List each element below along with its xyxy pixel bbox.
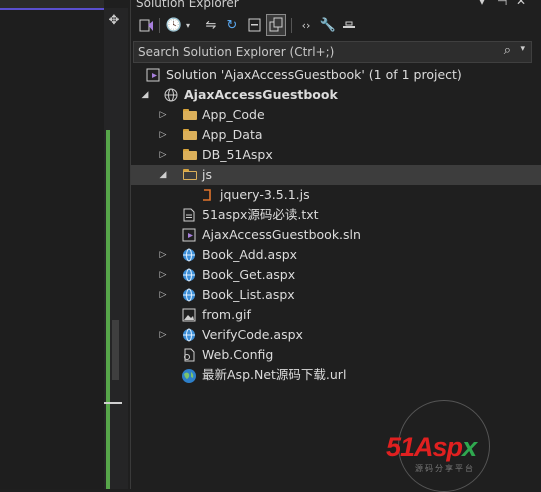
internet-shortcut-icon — [181, 368, 196, 383]
search-box: ⌕ ▾ — [133, 41, 532, 63]
tree-item-label: 51aspx源码必读.txt — [202, 207, 319, 222]
tree-item-label: Book_Get.aspx — [202, 267, 296, 282]
project-label: AjaxAccessGuestbook — [184, 87, 338, 102]
tree-item-label: Book_Add.aspx — [202, 247, 298, 262]
web-project-icon — [164, 88, 178, 102]
tree-item-sln[interactable]: AjaxAccessGuestbook.sln — [131, 225, 541, 245]
search-input[interactable] — [138, 42, 488, 62]
properties-icon[interactable]: 🔧 — [318, 14, 338, 36]
tree-item-verifycode[interactable]: ▷ VerifyCode.aspx — [131, 325, 541, 345]
panel-toolbar: 🕓 ▾ ⇋ ↻ ‹› 🔧 — [131, 14, 541, 38]
collapsed-arrow-icon[interactable]: ▷ — [157, 245, 169, 265]
tree-item-url[interactable]: 最新Asp.Net源码下载.url — [131, 365, 541, 385]
tree-item-jquery[interactable]: jquery-3.5.1.js — [131, 185, 541, 205]
tree-item-app-code[interactable]: ▷ App_Code — [131, 105, 541, 125]
collapsed-arrow-icon[interactable]: ▷ — [157, 265, 169, 285]
tree-item-label: Web.Config — [202, 347, 274, 362]
scroll-position-marker — [104, 402, 122, 404]
tree-item-label: js — [202, 167, 212, 182]
tree-solution-node[interactable]: Solution 'AjaxAccessGuestbook' (1 of 1 p… — [131, 65, 541, 85]
preview-selected-items-icon[interactable] — [339, 14, 359, 36]
filter-dropdown-icon[interactable]: ▾ — [183, 14, 193, 36]
tree-item-label: App_Data — [202, 127, 263, 142]
javascript-file-icon — [200, 188, 214, 202]
tree-item-label: DB_51Aspx — [202, 147, 273, 162]
expanded-arrow-icon[interactable]: ◢ — [157, 165, 169, 185]
sync-with-active-document-icon[interactable]: ⇋ — [201, 14, 221, 36]
collapsed-arrow-icon[interactable]: ▷ — [157, 105, 169, 125]
watermark-subtitle: 源码分享平台 — [415, 464, 475, 473]
aspx-file-icon — [182, 268, 196, 282]
tree-item-label: Book_List.aspx — [202, 287, 295, 302]
folder-icon — [183, 149, 197, 160]
aspx-file-icon — [182, 328, 196, 342]
text-file-icon — [182, 208, 196, 222]
open-folder-icon — [183, 169, 197, 180]
tree-item-book-list[interactable]: ▷ Book_List.aspx — [131, 285, 541, 305]
tree-item-book-get[interactable]: ▷ Book_Get.aspx — [131, 265, 541, 285]
tree-item-web-config[interactable]: Web.Config — [131, 345, 541, 365]
search-options-dropdown-icon[interactable]: ▾ — [520, 44, 525, 54]
tree-item-label: VerifyCode.aspx — [202, 327, 303, 342]
tree-item-label: jquery-3.5.1.js — [220, 187, 310, 202]
tree-item-label: App_Code — [202, 107, 265, 122]
split-editor-icon[interactable]: ✥ — [104, 12, 124, 30]
close-icon[interactable]: ✕ — [516, 0, 526, 8]
solution-label: Solution 'AjaxAccessGuestbook' (1 of 1 p… — [166, 67, 462, 82]
tree-item-label: from.gif — [202, 307, 251, 322]
window-position-dropdown-icon[interactable]: ▾ — [479, 0, 485, 8]
collapsed-arrow-icon[interactable]: ▷ — [157, 145, 169, 165]
folder-icon — [183, 129, 197, 140]
solution-icon — [146, 68, 160, 82]
search-icon[interactable]: ⌕ — [504, 43, 511, 58]
image-file-icon — [182, 308, 196, 322]
tree-item-label: 最新Asp.Net源码下载.url — [202, 367, 347, 382]
tree-item-js[interactable]: ◢ js — [131, 165, 541, 185]
collapsed-arrow-icon[interactable]: ▷ — [157, 325, 169, 345]
tree-item-book-add[interactable]: ▷ Book_Add.aspx — [131, 245, 541, 265]
folder-icon — [183, 109, 197, 120]
config-file-icon — [182, 348, 196, 362]
switch-views-icon[interactable] — [136, 14, 156, 36]
refresh-icon[interactable]: ↻ — [222, 14, 242, 36]
tree-project-node[interactable]: ◢ AjaxAccessGuestbook — [131, 85, 541, 105]
scrollbar-thumb[interactable] — [112, 320, 119, 380]
aspx-file-icon — [182, 248, 196, 262]
editor-area — [0, 0, 104, 489]
change-tracking-bar — [106, 130, 110, 489]
collapsed-arrow-icon[interactable]: ▷ — [157, 285, 169, 305]
view-code-icon[interactable]: ‹› — [296, 14, 316, 36]
solution-file-icon — [182, 228, 196, 242]
expanded-arrow-icon[interactable]: ◢ — [139, 85, 151, 105]
collapse-all-icon[interactable] — [244, 14, 264, 36]
pin-icon[interactable]: ⊣ — [497, 0, 507, 8]
tree-item-readme-txt[interactable]: 51aspx源码必读.txt — [131, 205, 541, 225]
tree-item-label: AjaxAccessGuestbook.sln — [202, 227, 361, 242]
editor-tab-strip — [0, 0, 104, 10]
tree-item-app-data[interactable]: ▷ App_Data — [131, 125, 541, 145]
watermark-logo: 51Aspx — [386, 432, 477, 462]
panel-title: Solution Explorer — [136, 0, 239, 10]
pending-changes-filter-icon[interactable]: 🕓 — [164, 14, 184, 36]
collapsed-arrow-icon[interactable]: ▷ — [157, 125, 169, 145]
show-all-files-icon[interactable] — [266, 14, 286, 36]
tree-item-db-51aspx[interactable]: ▷ DB_51Aspx — [131, 145, 541, 165]
aspx-file-icon — [182, 288, 196, 302]
tree-item-from-gif[interactable]: from.gif — [131, 305, 541, 325]
